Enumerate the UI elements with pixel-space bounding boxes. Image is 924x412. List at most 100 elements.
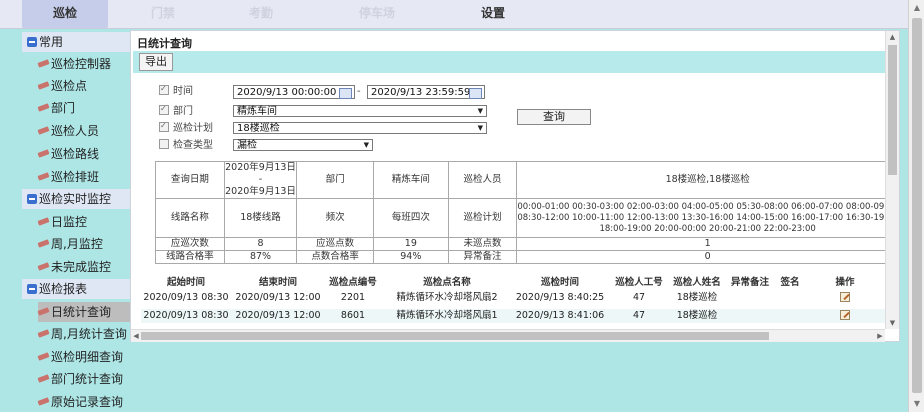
sidebar: 常用 巡检控制器 巡检点 部门 巡检人员 巡检路线 巡检排班 巡检实时监控 日监… <box>22 30 130 412</box>
route-value-cell: 18楼线路 <box>224 199 297 238</box>
query-button[interactable]: 查询 <box>517 109 591 125</box>
query-date-value: 2020年9月13日 -2020年9月13日 <box>224 162 297 199</box>
sidebar-item-raw-records[interactable]: 原始记录查询 <box>38 392 130 412</box>
edit-icon[interactable] <box>840 310 850 320</box>
scroll-down-icon[interactable]: ▼ <box>886 317 899 329</box>
sidebar-item-label: 巡检明细查询 <box>51 350 123 364</box>
type-label: 检查类型 <box>173 140 213 151</box>
sidebar-group-label: 巡检报表 <box>39 282 87 296</box>
query-date-label: 查询日期 <box>156 162 225 199</box>
plan-select[interactable]: 18楼巡检 ▼ <box>233 122 487 134</box>
sidebar-item-label: 巡检控制器 <box>51 57 111 71</box>
content-horizontal-scrollbar[interactable]: ◀ ▶ <box>131 329 885 342</box>
sidebar-item-label: 部门统计查询 <box>51 372 123 386</box>
scroll-up-icon[interactable]: ▲ <box>886 31 899 43</box>
sidebar-item-label: 巡检路线 <box>51 147 99 161</box>
sidebar-item-schedule[interactable]: 巡检排班 <box>38 167 130 187</box>
sidebar-group-realtime[interactable]: 巡检实时监控 <box>22 189 130 209</box>
sidebar-item-label: 部门 <box>51 101 75 115</box>
sidebar-item-dept-stats[interactable]: 部门统计查询 <box>38 369 130 389</box>
cell-staff-name: 18楼巡检 <box>669 291 725 305</box>
time-checkbox[interactable] <box>159 85 169 95</box>
col-end-time: 结束时间 <box>233 276 323 290</box>
table-row: 2020/09/13 08:30 2020/09/13 12:00 2201 精… <box>141 291 885 305</box>
top-nav-bar: 巡检 门禁 考勤 停车场 设置 <box>0 0 908 29</box>
plan-time-line: 00:00-01:00 00:30-03:00 02:00-03:00 04:0… <box>517 202 898 213</box>
col-start-time: 起始时间 <box>141 276 231 290</box>
scroll-up-icon[interactable]: ▲ <box>909 0 924 16</box>
dept-value-cell: 精炼车间 <box>373 162 448 199</box>
type-filter-label: 检查类型 <box>159 138 213 154</box>
sidebar-item-staff[interactable]: 巡检人员 <box>38 121 130 141</box>
tab-patrol[interactable]: 巡检 <box>22 0 108 28</box>
pencil-icon <box>37 81 49 89</box>
plan-time-line: 18:00-19:00 20:00-00:00 20:00-21:00 22:0… <box>517 224 898 235</box>
cell-start-time: 2020/09/13 08:30 <box>141 291 231 305</box>
col-signature: 签名 <box>775 276 805 290</box>
pencil-icon <box>37 126 49 134</box>
edit-icon[interactable] <box>840 292 850 302</box>
scroll-left-icon[interactable]: ◀ <box>131 330 141 342</box>
sidebar-item-department[interactable]: 部门 <box>38 98 130 118</box>
missed-points-label-cell: 未巡点数 <box>448 238 517 251</box>
scroll-down-icon[interactable]: ▼ <box>909 396 924 412</box>
sidebar-item-weekly-monitor[interactable]: 周,月监控 <box>38 234 130 254</box>
time-label: 时间 <box>173 86 193 97</box>
time-filter-label: 时间 <box>159 84 193 100</box>
range-dash: - <box>357 86 361 97</box>
horizontal-scroll-thumb[interactable] <box>141 332 769 340</box>
staff-value-cell: 18楼巡检,18楼巡检 <box>517 162 899 199</box>
content-scroll-thumb[interactable] <box>888 45 897 175</box>
point-rate-label-cell: 点数合格率 <box>297 251 374 264</box>
sidebar-item-label: 周,月监控 <box>51 237 103 251</box>
sidebar-group-reports[interactable]: 巡检报表 <box>22 279 130 299</box>
tab-access-control[interactable]: 门禁 <box>120 0 206 28</box>
summary-row: 线路合格率 87% 点数合格率 94% 异常备注 0 <box>156 251 899 264</box>
end-time-input[interactable]: 2020/9/13 23:59:59 <box>367 85 485 99</box>
col-staff-no: 巡检人工号 <box>611 276 667 290</box>
sidebar-group-common[interactable]: 常用 <box>22 32 130 52</box>
start-time-input[interactable]: 2020/9/13 00:00:00 <box>233 85 355 99</box>
chevron-down-icon: ▼ <box>364 140 369 151</box>
export-button[interactable]: 导出 <box>139 53 173 71</box>
calendar-icon[interactable] <box>339 88 352 99</box>
plan-select-value: 18楼巡检 <box>237 123 280 134</box>
pencil-icon <box>37 217 49 225</box>
point-rate-value-cell: 94% <box>373 251 448 264</box>
tab-settings[interactable]: 设置 <box>450 0 536 28</box>
plan-checkbox[interactable] <box>159 122 169 132</box>
sidebar-item-daily-monitor[interactable]: 日监控 <box>38 212 130 232</box>
dept-label-cell: 部门 <box>297 162 374 199</box>
window-scrollbar[interactable]: ▲ ▼ <box>908 0 924 412</box>
dept-checkbox[interactable] <box>159 105 169 115</box>
dept-select[interactable]: 精炼车间▼ <box>233 105 487 117</box>
query-date-start: 2020年9月13日 - <box>225 162 297 186</box>
start-time-value: 2020/9/13 00:00:00 <box>237 87 336 98</box>
scroll-right-icon[interactable]: ▶ <box>875 330 885 342</box>
sidebar-item-weekly-stats[interactable]: 周,月统计查询 <box>38 324 130 344</box>
chevron-down-icon: ▼ <box>478 106 483 117</box>
tab-parking[interactable]: 停车场 <box>334 0 420 28</box>
cell-staff-no: 47 <box>611 291 667 305</box>
sidebar-item-patrol-point[interactable]: 巡检点 <box>38 76 130 96</box>
sidebar-item-route[interactable]: 巡检路线 <box>38 144 130 164</box>
window-scroll-thumb[interactable] <box>912 18 922 393</box>
sidebar-item-controller[interactable]: 巡检控制器 <box>38 54 130 74</box>
sidebar-item-detail-query[interactable]: 巡检明细查询 <box>38 347 130 367</box>
sidebar-item-incomplete-monitor[interactable]: 未完成监控 <box>38 257 130 277</box>
collapse-icon <box>27 284 37 294</box>
sidebar-item-daily-stats[interactable]: 日统计查询 <box>38 302 130 322</box>
chevron-down-icon: ▼ <box>478 123 483 134</box>
cell-staff-no: 47 <box>611 309 667 323</box>
tab-attendance[interactable]: 考勤 <box>218 0 304 28</box>
type-checkbox[interactable] <box>159 139 169 149</box>
content-vertical-scrollbar[interactable]: ▲ ▼ <box>885 31 899 329</box>
route-rate-value-cell: 87% <box>224 251 297 264</box>
cell-point-no: 8601 <box>321 309 385 323</box>
plan-filter-label: 巡检计划 <box>159 121 213 137</box>
pencil-icon <box>37 397 49 405</box>
type-select[interactable]: 漏检▼ <box>233 139 373 151</box>
col-staff-name: 巡检人姓名 <box>669 276 725 290</box>
cell-patrol-time: 2020/9/13 8:41:06 <box>509 309 611 323</box>
calendar-icon[interactable] <box>469 88 482 99</box>
